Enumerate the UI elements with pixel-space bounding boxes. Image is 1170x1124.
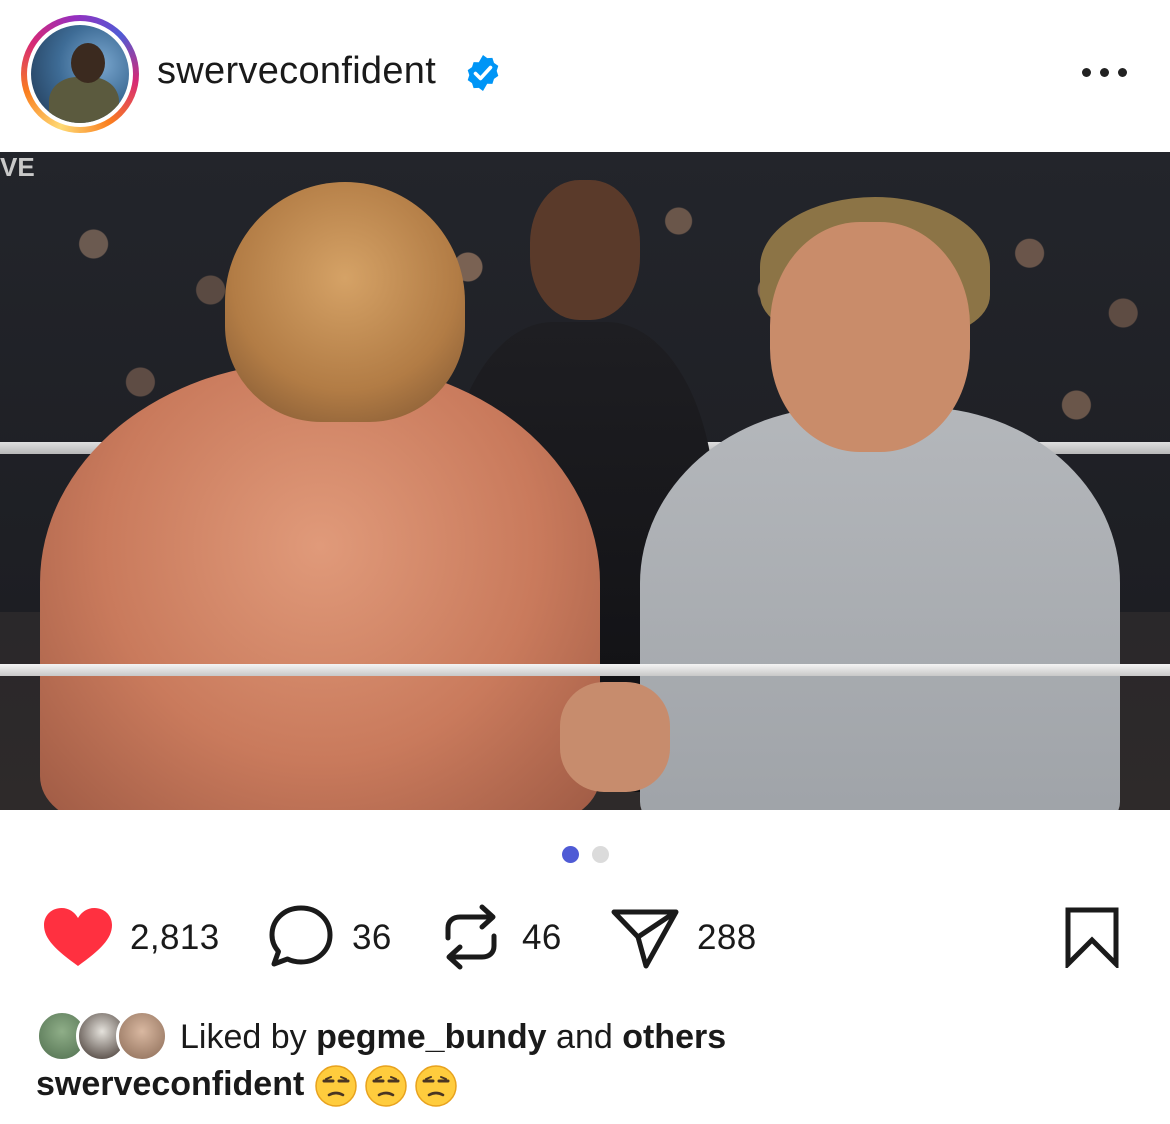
liked-avatars-stack[interactable] <box>36 1008 176 1068</box>
handshake <box>560 682 670 792</box>
unamused-face-icon <box>315 1065 358 1107</box>
more-dot <box>1082 68 1091 77</box>
comment-count[interactable]: 36 <box>352 918 392 958</box>
post-caption: swerveconfident😒😒😒 <box>36 1064 464 1108</box>
author-username[interactable]: swerveconfident <box>157 50 436 93</box>
person-left-hair <box>225 182 465 422</box>
liked-by-user[interactable]: pegme_bundy <box>316 1018 546 1056</box>
person-center-head <box>530 180 640 320</box>
carousel-dot <box>592 846 609 863</box>
avatar-figure-body <box>49 77 119 123</box>
liked-by-prefix: Liked by <box>180 1018 307 1056</box>
more-dot <box>1100 68 1109 77</box>
repost-count[interactable]: 46 <box>522 918 562 958</box>
post-image[interactable]: VE <box>0 152 1170 810</box>
repost-icon[interactable] <box>440 902 502 972</box>
person-right <box>640 407 1120 810</box>
post-header: swerveconfident <box>0 0 1170 152</box>
comment-bubble-icon[interactable] <box>266 904 336 970</box>
person-right-head <box>770 222 970 452</box>
caption-username[interactable]: swerveconfident <box>36 1065 304 1103</box>
share-count[interactable]: 288 <box>697 918 757 958</box>
broadcast-overlay-text: VE <box>0 152 35 182</box>
more-dot <box>1118 68 1127 77</box>
liked-by-row: Liked by pegme_bundy and others <box>36 1008 1036 1068</box>
liked-by-others[interactable]: others <box>622 1018 726 1056</box>
paper-plane-icon[interactable] <box>610 906 680 970</box>
verified-badge-icon <box>467 55 499 91</box>
carousel-dot-active <box>562 846 579 863</box>
more-options-button[interactable] <box>1076 52 1132 92</box>
like-count[interactable]: 2,813 <box>130 918 220 958</box>
liked-by-conjunction: and <box>556 1018 613 1056</box>
avatar-photo <box>31 25 129 123</box>
liker-avatar <box>116 1010 168 1062</box>
carousel-indicator <box>560 846 620 866</box>
unamused-face-icon <box>415 1065 458 1107</box>
unamused-face-icon <box>365 1065 408 1107</box>
liked-by-text: Liked by pegme_bundy and others <box>180 1018 726 1057</box>
bookmark-icon[interactable] <box>1064 906 1120 968</box>
author-avatar[interactable] <box>21 15 139 133</box>
ring-rope-middle <box>0 664 1170 676</box>
person-left-back <box>40 362 600 810</box>
heart-filled-icon[interactable] <box>42 906 114 968</box>
avatar-figure-head <box>71 43 105 83</box>
